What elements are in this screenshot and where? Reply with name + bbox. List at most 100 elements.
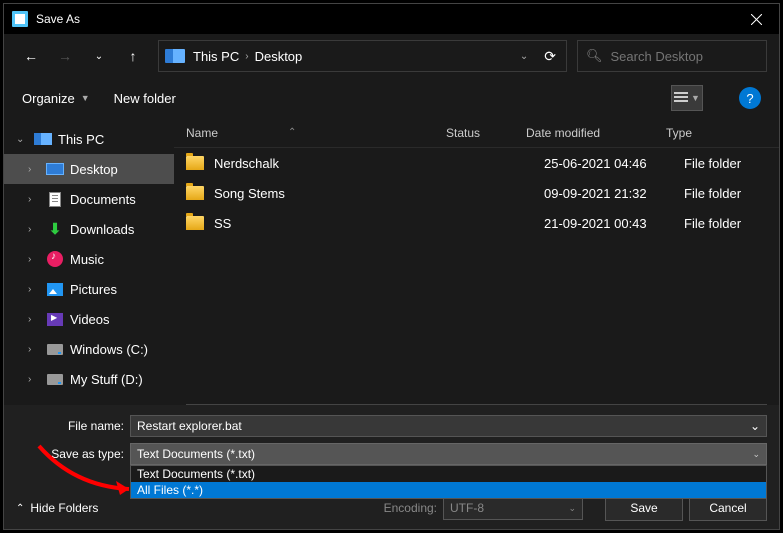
sort-indicator-icon: ⌃: [288, 127, 296, 138]
folder-icon: [186, 216, 204, 230]
close-button[interactable]: [733, 4, 779, 34]
refresh-button[interactable]: ⟳: [544, 48, 556, 65]
address-dropdown[interactable]: ⌄: [520, 51, 528, 62]
sidebar-item-label: Windows (C:): [70, 342, 148, 357]
forward-button[interactable]: →: [50, 41, 80, 71]
search-icon: 🔍︎: [586, 48, 603, 64]
savetype-dropdown: Text Documents (*.txt)All Files (*.*): [130, 465, 767, 499]
column-type[interactable]: Type: [666, 126, 779, 140]
sidebar-item-label: Music: [70, 252, 104, 267]
back-button[interactable]: ←: [16, 41, 46, 71]
music-icon: [46, 251, 64, 267]
save-as-dialog: Save As ← → ⌄ ↑ This PC › Desktop ⌄ ⟳ 🔍︎…: [3, 3, 780, 530]
sidebar-item-label: Desktop: [70, 162, 118, 177]
chevron-icon: ›: [28, 194, 40, 205]
pc-icon: [34, 131, 52, 147]
savetype-label: Save as type:: [16, 447, 124, 461]
sidebar-item-label: Videos: [70, 312, 110, 327]
desktop-icon: [46, 161, 64, 177]
footer: File name: Restart explorer.bat ⌄ Save a…: [4, 405, 779, 529]
column-status[interactable]: Status: [446, 126, 526, 140]
row-name: Song Stems: [214, 186, 464, 201]
savetype-option[interactable]: All Files (*.*): [131, 482, 766, 498]
help-button[interactable]: ?: [739, 87, 761, 109]
folder-icon: [186, 156, 204, 170]
app-icon: [12, 11, 28, 27]
encoding-select[interactable]: UTF-8 ⌄: [443, 496, 583, 520]
search-box[interactable]: 🔍︎: [577, 40, 767, 72]
row-type: File folder: [684, 156, 779, 171]
chevron-down-icon: ▼: [691, 93, 700, 103]
sidebar-item-windows-c-[interactable]: › Windows (C:): [4, 334, 174, 364]
savetype-option[interactable]: Text Documents (*.txt): [131, 466, 766, 482]
row-name: SS: [214, 216, 464, 231]
pc-icon: [165, 49, 185, 63]
sidebar-item-music[interactable]: › Music: [4, 244, 174, 274]
drive-icon: [46, 341, 64, 357]
sidebar-item-pictures[interactable]: › Pictures: [4, 274, 174, 304]
address-bar[interactable]: This PC › Desktop ⌄ ⟳: [158, 40, 567, 72]
chevron-icon: ›: [28, 284, 40, 295]
doc-icon: [46, 191, 64, 207]
chevron-down-icon: ⌄: [568, 503, 576, 514]
window-title: Save As: [36, 12, 733, 26]
new-folder-button[interactable]: New folder: [114, 91, 176, 106]
breadcrumb: This PC › Desktop: [193, 49, 302, 64]
drive-icon: [46, 371, 64, 387]
chevron-icon: ›: [28, 344, 40, 355]
sidebar-item-label: Downloads: [70, 222, 134, 237]
sidebar-item-label: My Stuff (D:): [70, 372, 143, 387]
row-name: Nerdschalk: [214, 156, 464, 171]
toolbar: Organize ▼ New folder ▼ ?: [4, 78, 779, 118]
filename-label: File name:: [16, 419, 124, 433]
chevron-icon: ›: [28, 254, 40, 265]
chevron-down-icon[interactable]: ⌄: [750, 419, 760, 433]
column-name[interactable]: Name ⌃: [186, 126, 446, 140]
view-button[interactable]: ▼: [671, 85, 703, 111]
breadcrumb-root[interactable]: This PC: [193, 49, 239, 64]
organize-button[interactable]: Organize ▼: [22, 91, 90, 106]
chevron-down-icon: ⌄: [752, 449, 760, 460]
sidebar-item-documents[interactable]: › Documents: [4, 184, 174, 214]
chevron-down-icon: ▼: [81, 93, 90, 103]
file-row[interactable]: Nerdschalk 25-06-2021 04:46File folder: [174, 148, 779, 178]
sidebar-item-my-stuff-d-[interactable]: › My Stuff (D:): [4, 364, 174, 394]
row-date: 09-09-2021 21:32: [544, 186, 684, 201]
filename-input[interactable]: Restart explorer.bat ⌄: [130, 415, 767, 437]
sidebar-item-desktop[interactable]: › Desktop: [4, 154, 174, 184]
chevron-icon: ›: [28, 224, 40, 235]
row-date: 21-09-2021 00:43: [544, 216, 684, 231]
column-date[interactable]: Date modified: [526, 126, 666, 140]
file-row[interactable]: Song Stems 09-09-2021 21:32File folder: [174, 178, 779, 208]
vid-icon: [46, 311, 64, 327]
pic-icon: [46, 281, 64, 297]
chevron-right-icon: ›: [245, 51, 248, 62]
navbar: ← → ⌄ ↑ This PC › Desktop ⌄ ⟳ 🔍︎: [4, 34, 779, 78]
column-headers: Name ⌃ Status Date modified Type: [174, 118, 779, 148]
savetype-select[interactable]: Text Documents (*.txt) ⌄: [130, 443, 767, 465]
search-input[interactable]: [611, 49, 758, 64]
file-row[interactable]: SS 21-09-2021 00:43File folder: [174, 208, 779, 238]
sidebar-item-label: Pictures: [70, 282, 117, 297]
sidebar-item-downloads[interactable]: › ⬇ Downloads: [4, 214, 174, 244]
file-list: Name ⌃ Status Date modified Type Nerdsch…: [174, 118, 779, 405]
up-button[interactable]: ↑: [118, 41, 148, 71]
sidebar-item-label: This PC: [58, 132, 104, 147]
hide-folders-button[interactable]: ⌃ Hide Folders: [16, 501, 98, 515]
chevron-icon: ›: [28, 164, 40, 175]
folder-icon: [186, 186, 204, 200]
file-rows: Nerdschalk25-06-2021 04:46File folderSon…: [174, 148, 779, 405]
chevron-icon: ⌄: [16, 134, 28, 145]
row-type: File folder: [684, 186, 779, 201]
sidebar-item-label: Documents: [70, 192, 136, 207]
sidebar-item-this-pc[interactable]: ⌄ This PC: [4, 124, 174, 154]
body: ⌄ This PC › Desktop › Documents › ⬇ Downloads › Mu…: [4, 118, 779, 405]
row-type: File folder: [684, 216, 779, 231]
chevron-icon: ›: [28, 374, 40, 385]
breadcrumb-current[interactable]: Desktop: [255, 49, 303, 64]
recent-dropdown[interactable]: ⌄: [84, 41, 114, 71]
sidebar-item-videos[interactable]: ›Videos: [4, 304, 174, 334]
row-date: 25-06-2021 04:46: [544, 156, 684, 171]
dl-icon: ⬇: [46, 221, 64, 237]
sidebar: ⌄ This PC › Desktop › Documents › ⬇ Downloads › Mu…: [4, 118, 174, 405]
